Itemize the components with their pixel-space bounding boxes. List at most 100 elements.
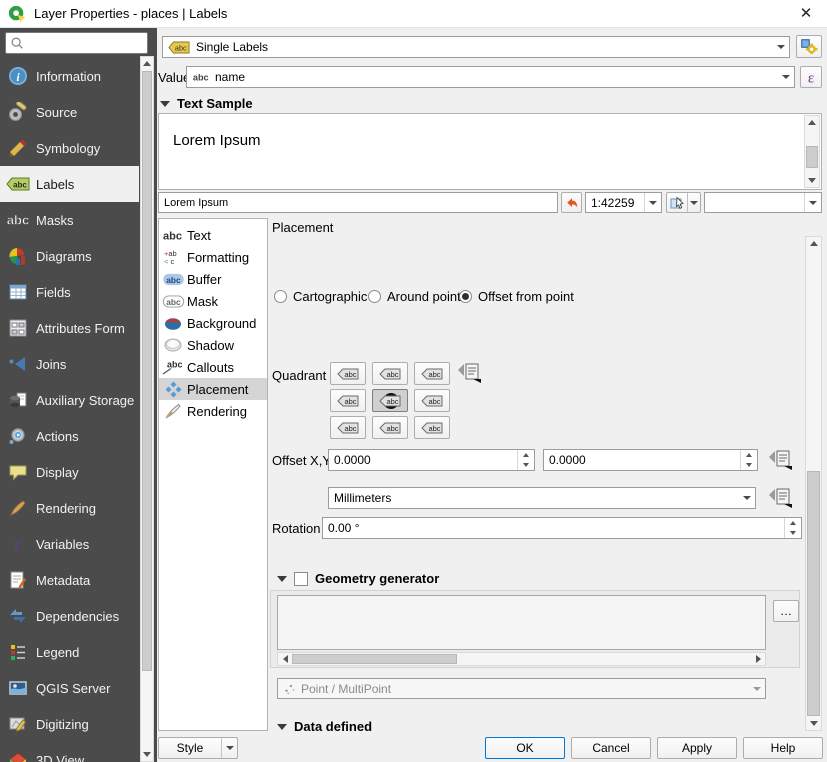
- sidebar-scrollbar[interactable]: [140, 56, 154, 762]
- style-menu-button[interactable]: Style: [158, 737, 238, 759]
- sample-scrollbar[interactable]: [804, 115, 820, 188]
- quadrant-above-left-button[interactable]: abc: [330, 362, 366, 385]
- automated-placement-settings-button[interactable]: [796, 35, 822, 58]
- sidebar-search[interactable]: [5, 32, 148, 54]
- sidebar-item-diagrams[interactable]: Diagrams: [0, 238, 139, 274]
- geometry-generator-checkbox[interactable]: [294, 572, 308, 586]
- scroll-left-arrow[interactable]: [278, 653, 292, 665]
- tab-buffer[interactable]: abcBuffer: [159, 268, 267, 290]
- tab-label: Shadow: [187, 338, 234, 353]
- sidebar-item-information[interactable]: iInformation: [0, 58, 139, 94]
- tab-shadow[interactable]: Shadow: [159, 334, 267, 356]
- value-field-combobox[interactable]: abc name: [186, 66, 795, 88]
- scroll-down-arrow[interactable]: [806, 717, 821, 730]
- sidebar-item-labels[interactable]: abcLabels: [0, 166, 139, 202]
- sidebar-item-actions[interactable]: Actions: [0, 418, 139, 454]
- reset-sample-button[interactable]: [561, 192, 582, 213]
- radio-around-point[interactable]: Around point: [368, 289, 461, 304]
- sidebar-item-3d-view[interactable]: 3D View: [0, 742, 139, 762]
- sidebar-item-fields[interactable]: Fields: [0, 274, 139, 310]
- tab-rendering[interactable]: Rendering: [159, 400, 267, 422]
- sidebar-item-label: Dependencies: [36, 609, 119, 624]
- close-icon[interactable]: ✕: [795, 4, 817, 24]
- sidebar-item-qgis-server[interactable]: QGIS Server: [0, 670, 139, 706]
- scroll-up-arrow[interactable]: [806, 237, 821, 250]
- quadrant-over-button[interactable]: abc: [372, 389, 408, 412]
- dropdown-arrow-icon[interactable]: [221, 738, 237, 758]
- radio-icon[interactable]: [274, 290, 287, 303]
- svg-text:abc: abc: [193, 73, 209, 83]
- sample-text-input[interactable]: Lorem Ipsum: [158, 192, 558, 213]
- preview-background-combobox[interactable]: [704, 192, 822, 213]
- sidebar-item-symbology[interactable]: Symbology: [0, 130, 139, 166]
- scale-combobox[interactable]: 1:42259: [585, 192, 662, 213]
- quadrant-grid: abc abc abc abc abc abc abc abc abc: [330, 362, 450, 439]
- tab-text[interactable]: abcText: [159, 224, 267, 246]
- map-settings-button[interactable]: [666, 192, 701, 213]
- quadrant-above-right-button[interactable]: abc: [414, 362, 450, 385]
- tab-placement[interactable]: Placement: [159, 378, 267, 400]
- help-button[interactable]: Help: [743, 737, 823, 759]
- scroll-down-arrow[interactable]: [141, 748, 153, 761]
- sidebar-item-attributes-form[interactable]: Attributes Form: [0, 310, 139, 346]
- scroll-down-arrow[interactable]: [805, 174, 819, 187]
- expression-h-scrollbar[interactable]: [277, 652, 766, 666]
- quadrant-above-button[interactable]: abc: [372, 362, 408, 385]
- sidebar-item-source[interactable]: Source: [0, 94, 139, 130]
- apply-button[interactable]: Apply: [657, 737, 737, 759]
- offset-x-spinbox[interactable]: 0.0000: [328, 449, 535, 471]
- sidebar-item-auxiliary-storage[interactable]: Auxiliary Storage: [0, 382, 139, 418]
- data-defined-section-header[interactable]: Data defined: [277, 719, 372, 734]
- radio-cartographic[interactable]: Cartographic: [274, 289, 367, 304]
- radio-icon[interactable]: [368, 290, 381, 303]
- radio-offset-from-point[interactable]: Offset from point: [459, 289, 574, 304]
- sidebar-item-dependencies[interactable]: Dependencies: [0, 598, 139, 634]
- tab-callouts[interactable]: abcCallouts: [159, 356, 267, 378]
- placement-panel-scrollbar[interactable]: [805, 236, 822, 731]
- sidebar-item-rendering[interactable]: Rendering: [0, 490, 139, 526]
- radio-icon[interactable]: [459, 290, 472, 303]
- tab-background[interactable]: Background: [159, 312, 267, 334]
- spin-buttons[interactable]: [784, 518, 801, 538]
- quadrant-below-right-button[interactable]: abc: [414, 416, 450, 439]
- offset-y-spinbox[interactable]: 0.0000: [543, 449, 758, 471]
- scroll-up-arrow[interactable]: [805, 116, 819, 129]
- scrollbar-thumb[interactable]: [806, 146, 818, 168]
- spin-buttons[interactable]: [740, 450, 757, 470]
- sidebar-item-masks[interactable]: abcMasks: [0, 202, 139, 238]
- geometry-type-combobox[interactable]: Point / MultiPoint: [277, 678, 766, 699]
- scrollbar-thumb[interactable]: [292, 654, 457, 664]
- spin-buttons[interactable]: [517, 450, 534, 470]
- scrollbar-thumb[interactable]: [142, 71, 152, 671]
- sidebar-item-metadata[interactable]: Metadata: [0, 562, 139, 598]
- rotation-spinbox[interactable]: 0.00 °: [322, 517, 802, 539]
- sidebar-item-joins[interactable]: Joins: [0, 346, 139, 382]
- tab-formatting[interactable]: +ab< cFormatting: [159, 246, 267, 268]
- units-data-defined-override-icon[interactable]: [767, 488, 793, 508]
- expression-browse-button[interactable]: …: [773, 600, 799, 622]
- dropdown-arrow-icon[interactable]: [687, 193, 700, 212]
- offset-data-defined-override-icon[interactable]: [767, 450, 793, 470]
- sidebar-item-digitizing[interactable]: Digitizing: [0, 706, 139, 742]
- search-input[interactable]: [24, 36, 147, 50]
- cancel-button[interactable]: Cancel: [571, 737, 651, 759]
- scrollbar-thumb[interactable]: [807, 471, 820, 716]
- quadrant-right-button[interactable]: abc: [414, 389, 450, 412]
- sidebar-item-variables[interactable]: εVariables: [0, 526, 139, 562]
- sidebar-item-display[interactable]: Display: [0, 454, 139, 490]
- quadrant-below-button[interactable]: abc: [372, 416, 408, 439]
- label-mode-combobox[interactable]: abc Single Labels: [162, 36, 790, 58]
- sidebar-item-legend[interactable]: Legend: [0, 634, 139, 670]
- expression-builder-button[interactable]: ε: [800, 66, 822, 88]
- quadrant-data-defined-override-icon[interactable]: [456, 363, 482, 383]
- quadrant-left-button[interactable]: abc: [330, 389, 366, 412]
- scroll-right-arrow[interactable]: [751, 653, 765, 665]
- tab-mask[interactable]: abcMask: [159, 290, 267, 312]
- quadrant-below-left-button[interactable]: abc: [330, 416, 366, 439]
- offset-units-combobox[interactable]: Millimeters: [328, 487, 756, 509]
- text-sample-section-header[interactable]: Text Sample: [160, 96, 253, 111]
- ok-button[interactable]: OK: [485, 737, 565, 759]
- geometry-expression-editor[interactable]: [277, 595, 766, 650]
- geometry-generator-section-header[interactable]: Geometry generator: [277, 571, 439, 586]
- scroll-up-arrow[interactable]: [141, 57, 153, 70]
